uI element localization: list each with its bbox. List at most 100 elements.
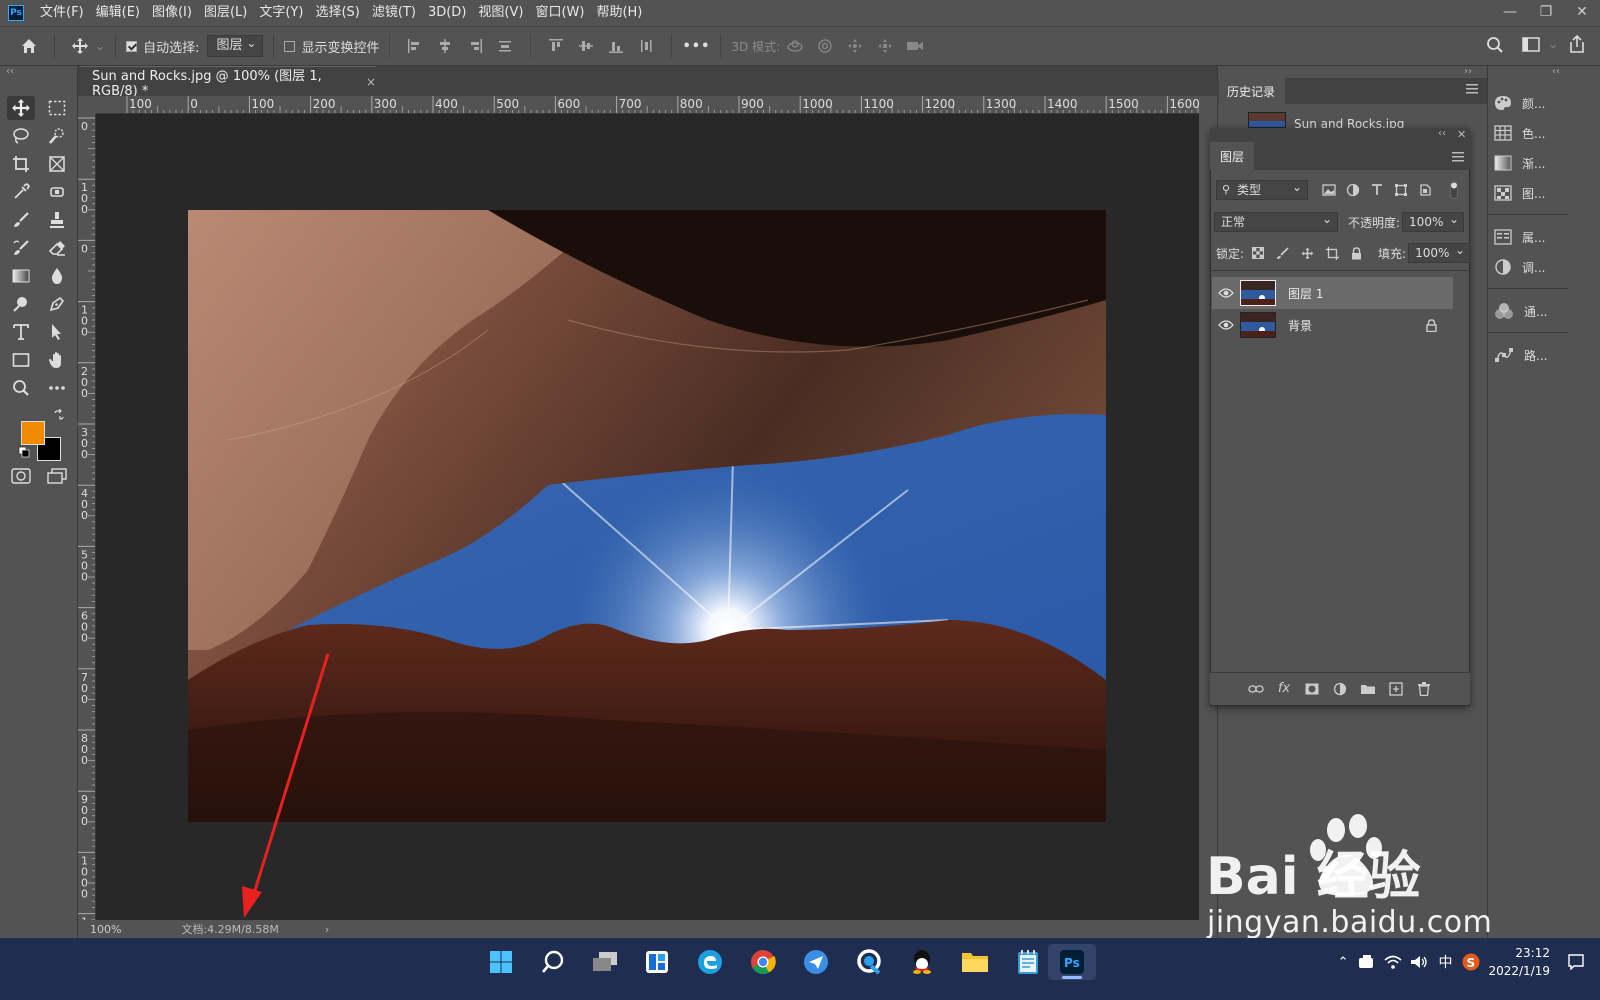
close-button[interactable]: ✕ bbox=[1564, 0, 1600, 24]
quick-mask-icon[interactable] bbox=[7, 464, 35, 488]
tab-history[interactable]: 历史记录 bbox=[1219, 78, 1285, 104]
status-menu-arrow-icon[interactable]: › bbox=[325, 923, 329, 936]
menu-3d[interactable]: 3D(D) bbox=[422, 0, 472, 26]
add-mask-icon[interactable] bbox=[1298, 679, 1326, 699]
quick-selection-tool-icon[interactable] bbox=[43, 124, 71, 148]
document-tab[interactable]: Sun and Rocks.jpg @ 100% (图层 1, RGB/8) *… bbox=[80, 66, 376, 99]
3d-pan-icon[interactable] bbox=[844, 35, 866, 57]
menu-layer[interactable]: 图层(L) bbox=[198, 0, 253, 26]
volume-icon[interactable] bbox=[1410, 955, 1428, 969]
delete-layer-icon[interactable] bbox=[1410, 679, 1438, 699]
menu-select[interactable]: 选择(S) bbox=[309, 0, 365, 26]
3d-camera-icon[interactable] bbox=[904, 35, 926, 57]
layer-row-background[interactable]: 背景 bbox=[1212, 309, 1453, 341]
dodge-tool-icon[interactable] bbox=[7, 292, 35, 316]
align-top-icon[interactable] bbox=[545, 35, 567, 57]
swap-colors-icon[interactable] bbox=[53, 409, 65, 421]
horizontal-ruler[interactable]: 100 0 100 200 300 400 500 600 700 800 900 1000 1100 1… bbox=[96, 96, 1199, 114]
marquee-tool-icon[interactable] bbox=[43, 96, 71, 120]
dock-expand-icon[interactable]: ›› bbox=[1464, 66, 1472, 77]
3d-orbit-icon[interactable] bbox=[784, 35, 806, 57]
dock-paths[interactable]: 路... bbox=[1494, 342, 1547, 368]
workspace-icon[interactable] bbox=[1522, 37, 1542, 53]
home-icon[interactable] bbox=[18, 35, 40, 57]
lasso-tool-icon[interactable] bbox=[7, 124, 35, 148]
tab-layers[interactable]: 图层 bbox=[1210, 142, 1254, 170]
more-options-button[interactable]: ••• bbox=[682, 39, 710, 54]
toolbox-collapse-icon[interactable]: ‹‹ bbox=[0, 66, 78, 80]
notepad-icon[interactable] bbox=[1004, 944, 1052, 980]
rectangle-tool-icon[interactable] bbox=[7, 348, 35, 372]
document-tab-close-icon[interactable]: × bbox=[366, 75, 376, 89]
visibility-eye-icon[interactable] bbox=[1218, 288, 1234, 298]
layer-lock-icon[interactable] bbox=[1426, 318, 1437, 332]
align-bottom-icon[interactable] bbox=[605, 35, 627, 57]
layers-panel-titlebar[interactable] bbox=[1210, 128, 1470, 142]
lock-artboard-icon[interactable] bbox=[1326, 246, 1340, 260]
3d-slide-icon[interactable] bbox=[874, 35, 896, 57]
layer-filter-kind-dropdown[interactable]: ⚲ 类型 ⌄ bbox=[1216, 180, 1308, 200]
move-tool-icon[interactable] bbox=[7, 96, 35, 120]
minimize-button[interactable]: — bbox=[1492, 0, 1528, 24]
lock-position-icon[interactable] bbox=[1301, 247, 1314, 260]
opacity-input[interactable]: 100% ⌄ bbox=[1402, 212, 1465, 232]
wifi-icon[interactable] bbox=[1384, 955, 1402, 969]
foreground-color-swatch[interactable] bbox=[21, 421, 45, 445]
align-center-h-icon[interactable] bbox=[434, 35, 456, 57]
widgets-icon[interactable] bbox=[633, 944, 681, 980]
screen-mode-icon[interactable] bbox=[43, 464, 71, 488]
menu-file[interactable]: 文件(F) bbox=[34, 0, 90, 26]
dock-swatches[interactable]: 色... bbox=[1494, 120, 1545, 146]
clock[interactable]: 23:12 2022/1/19 bbox=[1488, 944, 1550, 980]
distribute-h-icon[interactable] bbox=[494, 35, 516, 57]
pen-tool-icon[interactable] bbox=[43, 292, 71, 316]
edit-toolbar-icon[interactable] bbox=[43, 376, 71, 400]
move-tool-preset-icon[interactable] bbox=[69, 35, 91, 57]
new-adjustment-layer-icon[interactable] bbox=[1326, 679, 1354, 699]
dock-channels[interactable]: 通... bbox=[1494, 298, 1547, 324]
brush-tool-icon[interactable] bbox=[7, 208, 35, 232]
edge-browser-icon[interactable] bbox=[686, 944, 734, 980]
auto-select-checkbox[interactable] bbox=[126, 40, 138, 52]
align-left-icon[interactable] bbox=[404, 35, 426, 57]
auto-select-target-dropdown[interactable]: 图层 bbox=[207, 33, 264, 57]
photoshop-taskbar-icon[interactable]: Ps bbox=[1048, 944, 1096, 980]
file-explorer-icon[interactable] bbox=[951, 944, 999, 980]
dock-gradients[interactable]: 渐... bbox=[1494, 150, 1545, 176]
default-colors-icon[interactable] bbox=[18, 446, 30, 458]
layer-name[interactable]: 背景 bbox=[1288, 317, 1312, 334]
tray-app-icon[interactable] bbox=[1358, 954, 1376, 970]
path-selection-tool-icon[interactable] bbox=[43, 320, 71, 344]
filter-smart-object-icon[interactable] bbox=[1418, 183, 1432, 197]
eyedropper-tool-icon[interactable] bbox=[7, 180, 35, 204]
align-middle-v-icon[interactable] bbox=[575, 35, 597, 57]
dock-color[interactable]: 颜... bbox=[1494, 90, 1545, 116]
eraser-tool-icon[interactable] bbox=[43, 236, 71, 260]
spot-healing-tool-icon[interactable] bbox=[43, 180, 71, 204]
zoom-tool-icon[interactable] bbox=[7, 376, 35, 400]
dock-patterns[interactable]: 图... bbox=[1494, 180, 1545, 206]
start-windows-icon[interactable] bbox=[477, 944, 525, 980]
layers-close-icon[interactable]: ✕ bbox=[1457, 128, 1466, 141]
dock-properties[interactable]: 属... bbox=[1494, 224, 1545, 250]
type-tool-icon[interactable] bbox=[7, 320, 35, 344]
blend-mode-dropdown[interactable]: 正常 ⌄ bbox=[1214, 212, 1338, 232]
menu-type[interactable]: 文字(Y) bbox=[253, 0, 309, 26]
fill-input[interactable]: 100% ⌄ bbox=[1408, 243, 1471, 263]
qq-icon[interactable] bbox=[898, 944, 946, 980]
filter-adjustment-icon[interactable] bbox=[1346, 183, 1360, 197]
notification-icon[interactable] bbox=[1568, 954, 1584, 970]
align-right-icon[interactable] bbox=[464, 35, 486, 57]
gradient-tool-icon[interactable] bbox=[7, 264, 35, 288]
layers-collapse-icon[interactable]: ‹‹ bbox=[1438, 128, 1446, 139]
dock-collapse-icon[interactable]: ‹‹ bbox=[1552, 66, 1560, 77]
filter-shape-icon[interactable] bbox=[1394, 183, 1408, 197]
sogou-ime-icon[interactable]: S bbox=[1462, 953, 1480, 971]
filter-toggle-icon[interactable] bbox=[1450, 181, 1458, 199]
zoom-level[interactable]: 100% bbox=[90, 923, 121, 936]
layer-style-fx-icon[interactable]: fx bbox=[1270, 679, 1298, 699]
ime-indicator[interactable]: 中 bbox=[1438, 952, 1452, 972]
frame-tool-icon[interactable] bbox=[43, 152, 71, 176]
history-menu-icon[interactable] bbox=[1466, 84, 1478, 94]
chevron-down-icon[interactable]: ⌄ bbox=[95, 39, 105, 53]
